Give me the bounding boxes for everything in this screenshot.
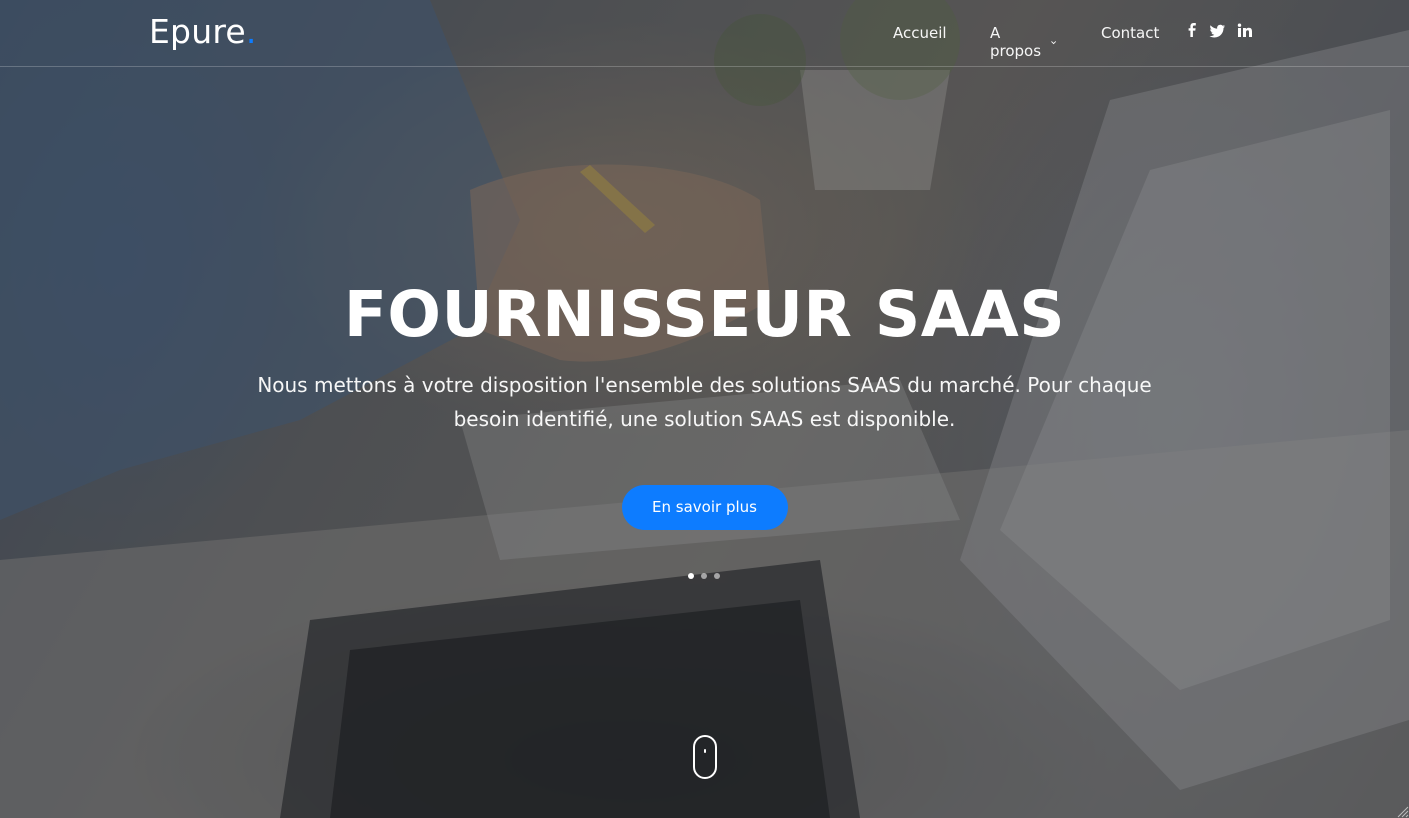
- facebook-link[interactable]: [1185, 22, 1205, 42]
- hero-content: FOURNISSEUR SAAS Nous mettons à votre di…: [0, 276, 1409, 530]
- scroll-down-mouse-icon[interactable]: [693, 735, 717, 779]
- nav-item-label: A propos: [990, 24, 1042, 60]
- nav-item-accueil[interactable]: Accueil: [893, 24, 947, 42]
- facebook-icon: [1188, 23, 1196, 37]
- linkedin-icon: [1237, 23, 1252, 37]
- slider-dot-1[interactable]: [688, 573, 694, 579]
- resize-grip-icon[interactable]: [1395, 804, 1409, 818]
- hero-text: Nous mettons à votre disposition l'ensem…: [257, 373, 1152, 431]
- logo-dot: .: [245, 12, 257, 51]
- learn-more-button[interactable]: En savoir plus: [621, 485, 788, 530]
- nav-item-contact[interactable]: Contact: [1101, 24, 1159, 42]
- twitter-link[interactable]: [1209, 22, 1229, 42]
- slider-dots: [688, 573, 728, 581]
- site-header: Epure. Accueil A propos Contact: [0, 0, 1409, 67]
- nav-item-a-propos[interactable]: A propos: [990, 24, 1057, 60]
- mouse-wheel: [704, 749, 706, 753]
- twitter-icon: [1209, 24, 1225, 38]
- chevron-down-icon: [1050, 40, 1056, 44]
- hero-section: Epure. Accueil A propos Contact FOURNISS…: [0, 0, 1409, 818]
- slider-dot-2[interactable]: [701, 573, 707, 579]
- slider-dot-3[interactable]: [714, 573, 720, 579]
- logo[interactable]: Epure.: [149, 10, 257, 54]
- linkedin-link[interactable]: [1237, 22, 1257, 42]
- hero-title: FOURNISSEUR SAAS: [343, 278, 1066, 351]
- logo-text: Epure: [149, 12, 246, 51]
